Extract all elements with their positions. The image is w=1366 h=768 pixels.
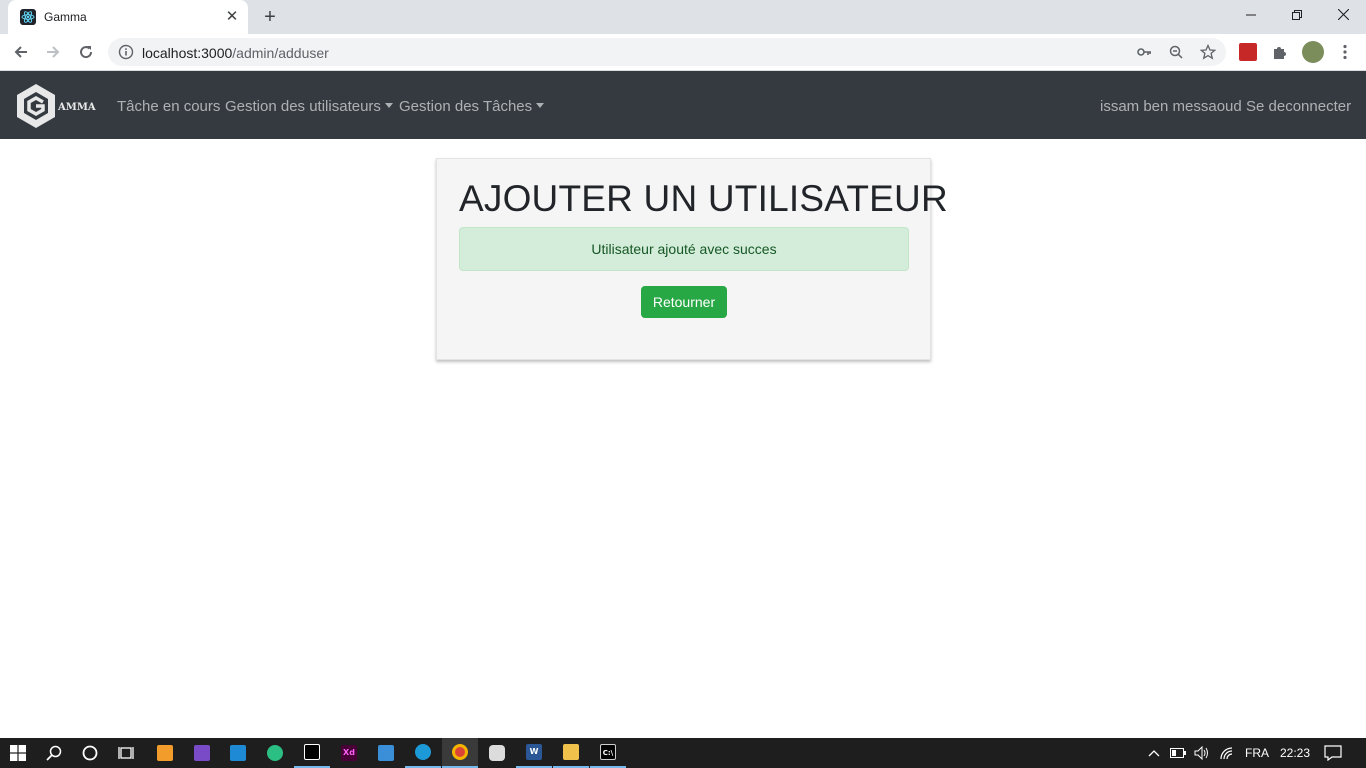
gamma-logo[interactable]: AMMA xyxy=(14,83,98,129)
window-minimize-button[interactable] xyxy=(1228,0,1274,30)
file-explorer-icon[interactable] xyxy=(553,738,589,768)
edge-icon[interactable] xyxy=(405,738,441,768)
bookmark-star-icon[interactable] xyxy=(1200,44,1216,60)
address-bar[interactable]: localhost:3000/admin/adduser xyxy=(108,38,1226,66)
nav-current-tasks[interactable]: Tâche en cours xyxy=(117,98,220,115)
map-app-icon[interactable] xyxy=(257,738,293,768)
clock-time[interactable]: 22:23 xyxy=(1280,746,1310,760)
url-text: localhost:3000/admin/adduser xyxy=(142,45,329,61)
clock-app-icon[interactable] xyxy=(479,738,515,768)
word-icon[interactable]: W xyxy=(516,738,552,768)
browser-menu-icon[interactable] xyxy=(1336,43,1354,61)
reload-icon xyxy=(80,46,93,59)
url-host: localhost:3000 xyxy=(142,45,233,61)
volume-icon[interactable] xyxy=(1192,738,1212,768)
key-icon[interactable] xyxy=(1136,44,1152,60)
back-button[interactable]: Retourner xyxy=(641,286,727,318)
zoom-icon[interactable] xyxy=(1168,44,1184,60)
cortana-icon[interactable] xyxy=(72,738,108,768)
url-path: /admin/adduser xyxy=(232,45,329,61)
new-tab-button[interactable]: + xyxy=(258,6,282,28)
task-view-icon[interactable] xyxy=(108,738,144,768)
search-icon[interactable] xyxy=(36,738,72,768)
browser-tab[interactable]: Gamma ✕ xyxy=(8,0,248,34)
profile-avatar[interactable] xyxy=(1302,41,1324,63)
windows-start-icon[interactable] xyxy=(0,738,36,768)
visual-studio-icon[interactable] xyxy=(184,738,220,768)
back-button[interactable] xyxy=(8,39,34,65)
tab-close-icon[interactable]: ✕ xyxy=(224,9,240,25)
notifications-icon[interactable] xyxy=(1318,738,1348,768)
caret-down-icon xyxy=(384,103,393,108)
vscode-icon[interactable] xyxy=(220,738,256,768)
window-restore-button[interactable] xyxy=(1274,0,1320,30)
back-arrow-icon xyxy=(14,46,27,58)
browser-tabstrip: Gamma ✕ + xyxy=(0,0,1366,34)
nav-task-management-label: Gestion des Tâches xyxy=(399,98,533,115)
browser-toolbar: localhost:3000/admin/adduser xyxy=(0,34,1366,71)
app-navbar: AMMA Tâche en cours Gestion des utilisat… xyxy=(0,71,1366,139)
reload-button[interactable] xyxy=(73,39,99,65)
react-favicon-icon xyxy=(20,9,36,25)
add-user-card: AJOUTER UN UTILISATEUR Utilisateur ajout… xyxy=(436,158,948,360)
input-language[interactable]: FRA xyxy=(1245,746,1269,760)
nav-logout[interactable]: Se deconnecter xyxy=(1246,98,1351,115)
success-alert: Utilisateur ajouté avec succes xyxy=(459,227,909,271)
tab-title: Gamma xyxy=(44,10,87,24)
battery-icon[interactable] xyxy=(1168,738,1188,768)
caret-down-icon xyxy=(536,103,545,108)
tray-chevron-up-icon[interactable] xyxy=(1144,738,1164,768)
nav-user-management-label: Gestion des utilisateurs xyxy=(225,98,381,115)
windows-taskbar: Xd W C:\ FRA 22:23 xyxy=(0,738,1366,768)
extension-icon[interactable] xyxy=(1239,43,1257,61)
forward-arrow-icon xyxy=(47,46,60,58)
brand-text: AMMA xyxy=(57,102,96,113)
window-close-button[interactable] xyxy=(1320,0,1366,30)
nav-task-management-dropdown[interactable]: Gestion des Tâches xyxy=(399,98,545,115)
intellij-icon[interactable] xyxy=(294,738,330,768)
nav-user-management-dropdown[interactable]: Gestion des utilisateurs xyxy=(225,98,393,115)
info-icon[interactable] xyxy=(118,44,134,60)
wifi-icon[interactable] xyxy=(1217,738,1237,768)
command-prompt-icon[interactable]: C:\ xyxy=(590,738,626,768)
page-title: AJOUTER UN UTILISATEUR xyxy=(459,178,948,219)
nav-user-name[interactable]: issam ben messaoud xyxy=(1100,98,1242,115)
adobe-xd-icon[interactable]: Xd xyxy=(331,738,367,768)
forward-button[interactable] xyxy=(40,39,66,65)
chrome-icon[interactable] xyxy=(442,738,478,768)
remote-desktop-icon[interactable] xyxy=(368,738,404,768)
sublime-text-icon[interactable] xyxy=(147,738,183,768)
puzzle-extensions-icon[interactable] xyxy=(1271,43,1289,61)
